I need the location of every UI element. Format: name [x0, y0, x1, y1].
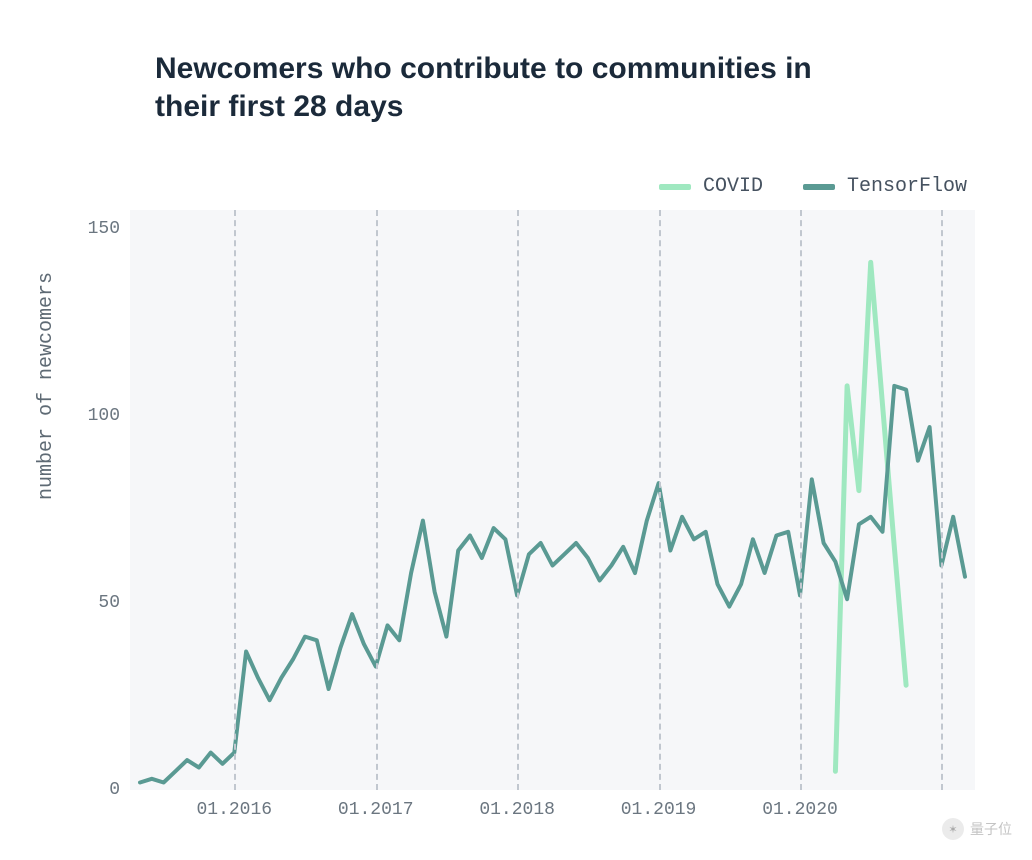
- legend-label-covid: COVID: [703, 175, 763, 198]
- y-axis-label: number of newcomers: [35, 272, 58, 500]
- plot-area: 01.201601.201701.201801.201901.202005010…: [130, 210, 975, 790]
- series-line-tensorflow: [140, 386, 965, 783]
- legend-label-tensorflow: TensorFlow: [847, 175, 967, 198]
- watermark: ✶ 量子位: [942, 818, 1012, 840]
- gridline: [941, 210, 943, 790]
- gridline: [659, 210, 661, 790]
- watermark-text: 量子位: [970, 819, 1012, 839]
- legend-item-covid: COVID: [659, 175, 763, 198]
- x-tick-label: 01.2016: [196, 800, 272, 820]
- gridline: [376, 210, 378, 790]
- legend-item-tensorflow: TensorFlow: [803, 175, 967, 198]
- gridline: [517, 210, 519, 790]
- chart-lines-svg: [130, 210, 975, 790]
- legend-swatch-tensorflow: [803, 184, 835, 190]
- y-tick-label: 50: [70, 593, 120, 613]
- x-tick-label: 01.2020: [762, 800, 838, 820]
- x-tick-label: 01.2019: [621, 800, 697, 820]
- x-tick-label: 01.2018: [479, 800, 555, 820]
- gridline: [234, 210, 236, 790]
- chart-title: Newcomers who contribute to communities …: [155, 50, 875, 125]
- y-tick-label: 0: [70, 780, 120, 800]
- legend: COVID TensorFlow: [659, 175, 967, 198]
- x-tick-label: 01.2017: [338, 800, 414, 820]
- legend-swatch-covid: [659, 184, 691, 190]
- chart-container: Newcomers who contribute to communities …: [0, 0, 1032, 860]
- y-tick-label: 150: [70, 219, 120, 239]
- y-tick-label: 100: [70, 406, 120, 426]
- gridline: [800, 210, 802, 790]
- wechat-icon: ✶: [942, 818, 964, 840]
